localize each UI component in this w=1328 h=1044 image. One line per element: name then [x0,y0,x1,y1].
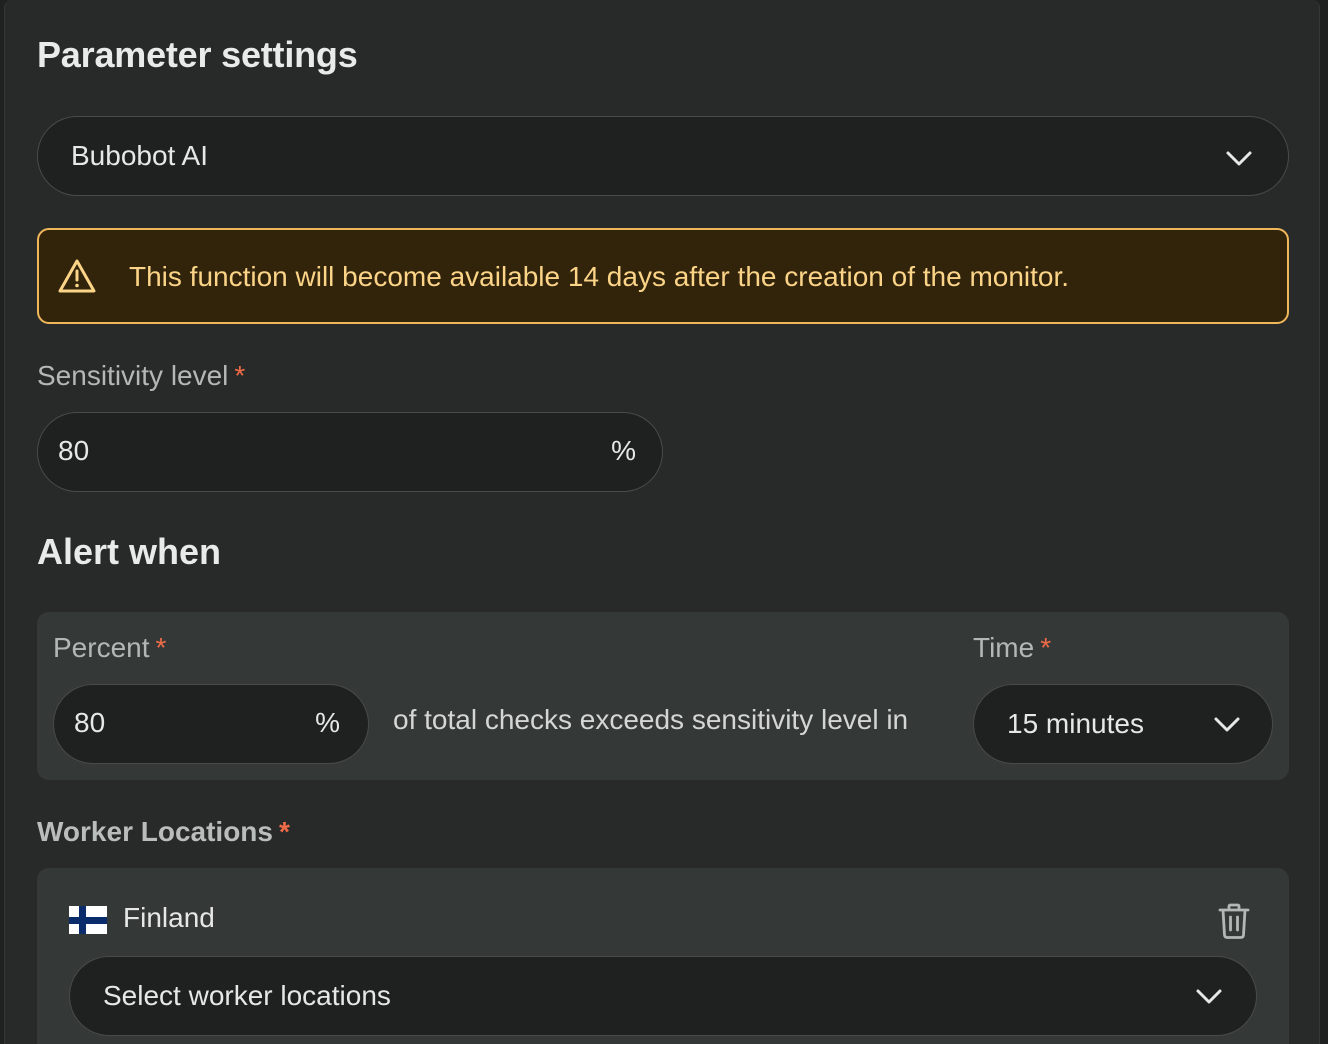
time-label-text: Time [973,632,1035,663]
warning-banner: This function will become available 14 d… [37,228,1289,324]
percent-input[interactable]: 80 % [53,684,369,764]
worker-locations-label: Worker Locations * [37,816,290,848]
sensitivity-value: 80 [58,435,90,466]
finland-flag-icon [69,906,107,934]
percent-label-text: Percent [53,632,150,663]
worker-locations-select[interactable]: Select worker locations [69,956,1257,1036]
model-select-value: Bubobot AI [71,140,209,171]
worker-locations-placeholder: Select worker locations [103,980,391,1011]
percent-value: 80 [74,707,106,738]
required-mark: * [278,816,290,847]
warning-text: This function will become available 14 d… [129,261,1070,292]
chevron-down-icon [1196,989,1222,1004]
required-mark: * [1040,632,1052,663]
alert-condition-text: of total checks exceeds sensitivity leve… [393,704,909,735]
trash-icon[interactable] [1217,902,1251,940]
required-mark: * [234,360,246,391]
page-title: Parameter settings [37,34,358,75]
chevron-down-icon [1226,151,1252,166]
warning-triangle-icon [58,259,96,293]
required-mark: * [155,632,167,663]
percent-label: Percent * [53,632,166,664]
time-select-value: 15 minutes [1007,708,1144,739]
worker-location-card: Finland Select worker locations [37,868,1289,1044]
model-select[interactable]: Bubobot AI [37,116,1289,196]
alert-when-box: Percent * 80 % of total checks exceeds se… [37,612,1289,780]
sensitivity-label: Sensitivity level * [37,360,245,392]
sensitivity-unit: % [611,435,636,466]
time-label: Time * [973,632,1051,664]
percent-unit: % [315,707,340,738]
alert-when-heading: Alert when [37,531,222,572]
worker-locations-label-text: Worker Locations [37,816,273,847]
sensitivity-label-text: Sensitivity level [37,360,229,391]
sensitivity-input[interactable]: 80 % [37,412,663,492]
country-name: Finland [123,902,215,933]
time-select[interactable]: 15 minutes [973,684,1273,764]
chevron-down-icon [1214,717,1240,732]
parameter-settings-panel: Parameter settings Bubobot AI This funct… [4,0,1320,1044]
